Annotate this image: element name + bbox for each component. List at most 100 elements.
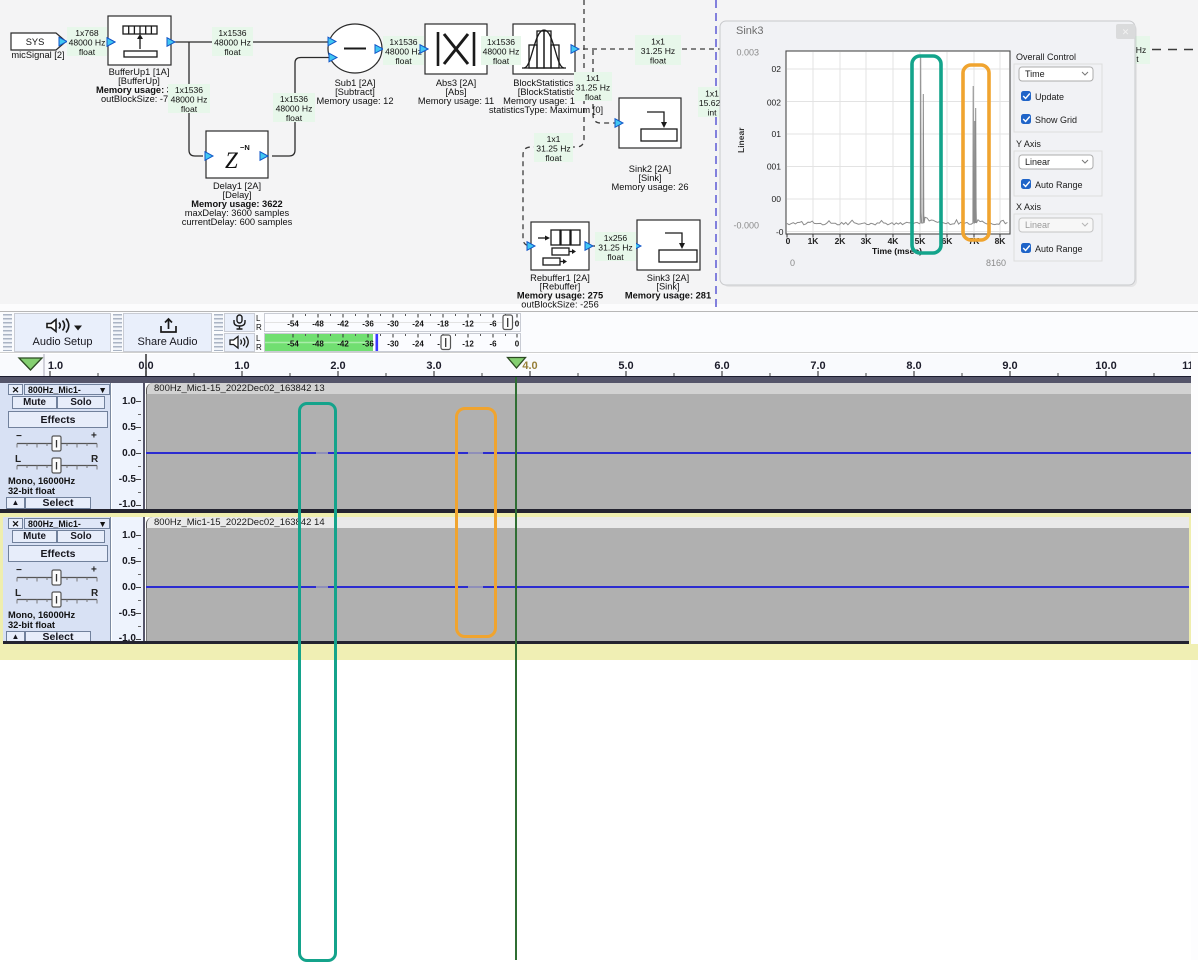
svg-text:statisticsType: Maximum [0]: statisticsType: Maximum [0] [489,105,603,115]
svg-text:+: + [91,432,97,442]
svg-text:2.0: 2.0 [330,360,345,372]
svg-text:Linear: Linear [736,127,746,153]
svg-text:int: int [707,108,717,118]
svg-text:-48: -48 [312,320,324,329]
svg-text:48000 Hz: 48000 Hz [483,47,520,57]
svg-text:1K: 1K [808,236,820,246]
svg-text:3K: 3K [861,236,873,246]
svg-text:Memory usage: 26: Memory usage: 26 [612,182,689,192]
svg-text:31.25 Hz: 31.25 Hz [576,83,610,93]
svg-text:1x1: 1x1 [651,37,665,47]
svg-text:1.0: 1.0 [48,360,63,372]
svg-text:SYS: SYS [26,37,45,47]
svg-text:L: L [15,454,21,465]
svg-text:31.25 Hz: 31.25 Hz [536,144,570,154]
svg-text:10.0: 10.0 [1095,360,1116,372]
svg-text:Update: Update [1035,92,1064,102]
svg-text:Memory usage: 12: Memory usage: 12 [317,96,394,106]
svg-text:-54: -54 [287,320,299,329]
svg-text:31.25 Hz: 31.25 Hz [641,46,675,56]
svg-text:-6: -6 [489,340,497,349]
svg-text:Memory usage: 11: Memory usage: 11 [418,96,494,106]
svg-text:Overall Control: Overall Control [1016,52,1076,62]
svg-text:-24: -24 [412,320,424,329]
svg-text:X Axis: X Axis [1016,202,1042,212]
svg-text:-48: -48 [312,340,324,349]
svg-text:4K: 4K [888,236,900,246]
svg-text:48000 Hz: 48000 Hz [214,38,251,48]
svg-text:-24: -24 [412,340,424,349]
svg-text:✕: ✕ [1122,27,1130,37]
svg-text:float: float [545,153,562,163]
svg-text:31.25 Hz: 31.25 Hz [598,243,632,253]
svg-text:1x1536: 1x1536 [389,37,417,47]
svg-text:1x256: 1x256 [604,233,628,243]
svg-text:-0: -0 [776,227,784,237]
svg-text:float: float [286,113,303,123]
svg-text:−: − [16,432,22,442]
svg-text:float: float [650,56,667,66]
svg-text:0.003: 0.003 [736,48,759,58]
svg-text:02: 02 [772,64,782,74]
svg-text:Show Grid: Show Grid [1035,115,1077,125]
svg-text:9.0: 9.0 [1002,360,1017,372]
svg-text:8.0: 8.0 [906,360,921,372]
svg-text:Memory usage: 281: Memory usage: 281 [625,291,711,301]
svg-text:8K: 8K [995,236,1007,246]
svg-text:1x1: 1x1 [586,73,600,83]
svg-text:-0.000: -0.000 [733,221,759,231]
svg-text:-30: -30 [387,340,399,349]
svg-text:-6: -6 [489,320,497,329]
svg-text:48000 Hz: 48000 Hz [385,47,422,57]
svg-text:6K: 6K [942,236,954,246]
svg-text:01: 01 [772,129,782,139]
svg-text:float: float [585,92,602,102]
svg-text:R: R [91,588,99,599]
svg-text:1x1536: 1x1536 [175,85,203,95]
svg-text:8160: 8160 [986,258,1006,268]
svg-text:Sink3: Sink3 [736,25,764,37]
svg-text:0: 0 [515,340,520,349]
svg-text:-42: -42 [337,320,349,329]
svg-text:Auto Range: Auto Range [1035,180,1083,190]
svg-text:+: + [91,566,97,576]
svg-text:L: L [15,588,21,599]
svg-text:float: float [224,47,241,57]
svg-text:−N: −N [240,143,250,152]
svg-text:1x1536: 1x1536 [487,37,515,47]
svg-text:micSignal [2]: micSignal [2] [11,50,64,60]
svg-text:-12: -12 [462,340,474,349]
svg-text:1.0: 1.0 [234,360,249,372]
svg-text:Z: Z [225,148,238,173]
svg-text:float: float [493,56,510,66]
svg-text:-12: -12 [462,320,474,329]
svg-text:00: 00 [772,194,782,204]
svg-text:-54: -54 [287,340,299,349]
svg-text:0: 0 [790,258,795,268]
svg-text:float: float [79,47,96,57]
svg-text:−: − [16,566,22,576]
svg-text:5.0: 5.0 [618,360,633,372]
svg-text:6.0: 6.0 [714,360,729,372]
svg-text:5K: 5K [915,236,927,246]
svg-text:float: float [607,252,624,262]
svg-text:001: 001 [767,162,781,172]
svg-text:R: R [91,454,99,465]
svg-text:Y Axis: Y Axis [1016,139,1041,149]
svg-text:48000 Hz: 48000 Hz [171,95,208,105]
svg-text:002: 002 [767,98,781,108]
svg-text:1x1536: 1x1536 [218,28,246,38]
svg-text:outBlockSize: -256: outBlockSize: -256 [521,300,599,310]
svg-text:0: 0 [515,320,520,329]
svg-text:1x768: 1x768 [75,28,99,38]
svg-text:1x1536: 1x1536 [280,94,308,104]
svg-text:Auto Range: Auto Range [1035,244,1083,254]
svg-text:float: float [395,56,412,66]
svg-text:-18: -18 [437,320,449,329]
svg-text:Time: Time [1025,69,1045,79]
svg-text:11: 11 [1182,360,1191,372]
svg-text:1x1: 1x1 [705,89,719,99]
svg-text:2K: 2K [835,236,847,246]
svg-text:-36: -36 [362,340,374,349]
svg-text:48000 Hz: 48000 Hz [276,104,313,114]
